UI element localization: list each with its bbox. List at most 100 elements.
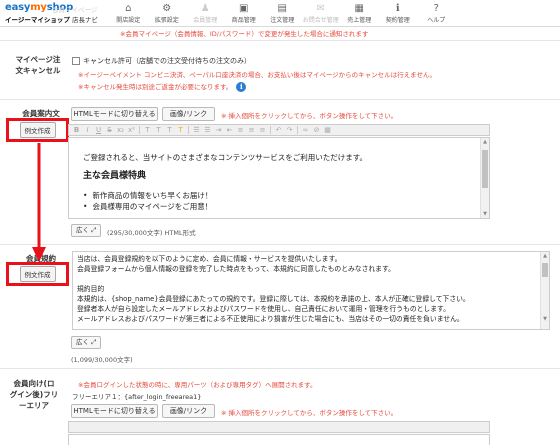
gear-icon: ⚙: [162, 3, 172, 14]
main-nav: ⌂ 開店設定 ⚙ 拡張設定 ♟ 会員管理 ▣ 商品管理 ▤ 注文管理 ✉ お問合せ管理 ▦ 売上管理 ℹ 契約…: [109, 2, 456, 24]
guide-editor-scrollbar[interactable]: ▲ ▼: [480, 138, 489, 218]
indent-icon[interactable]: ⇥: [213, 125, 224, 135]
bold-icon[interactable]: B: [71, 125, 82, 135]
gift-icon: ▣: [239, 3, 249, 14]
cancel-permission-checkbox-row[interactable]: キャンセル許可（店舗での注文受付待ちの注文のみ）: [72, 56, 251, 66]
link-icon[interactable]: ∞: [300, 125, 311, 135]
terms-line: 規約目的: [77, 285, 105, 293]
freearea-insert-hint: ※ 挿入個所をクリックしてから、ボタン操作をして下さい。: [221, 409, 398, 417]
divider: [0, 40, 560, 41]
cancel-payment-note: ※イージーペイメント コンビニ決済、ペーパル口座決済の場合、お支払い後はマイペー…: [78, 71, 436, 79]
scroll-thumb[interactable]: [482, 150, 488, 188]
guide-insert-hint: ※ 挿入個所をクリックしてから、ボタン操作をして下さい。: [221, 112, 398, 120]
nav-item-1[interactable]: ⚙ 拡張設定: [148, 2, 187, 24]
nav-item-4[interactable]: ▤ 注文管理: [263, 2, 302, 24]
divider: [0, 244, 560, 245]
nav-item-3[interactable]: ▣ 商品管理: [225, 2, 264, 24]
freearea-rich-text-editor[interactable]: [68, 434, 490, 445]
freearea-image-link-button[interactable]: 画像/リンク: [162, 404, 215, 418]
logo-subtitle: イージーマイショップ 店長ナビ: [5, 16, 98, 24]
cancel-permission-label: キャンセル許可（店舗での注文受付待ちの注文のみ）: [83, 57, 251, 65]
user-icon: ♟: [200, 3, 210, 14]
member-freearea-label: 会員向け(ロ グイン後)フリ ーエリア: [9, 379, 59, 410]
cancel-permission-checkbox[interactable]: [72, 57, 80, 65]
unlink-icon[interactable]: ⊘: [311, 125, 322, 135]
font-family-icon[interactable]: T: [164, 125, 175, 135]
subscript-icon[interactable]: x₂: [115, 125, 126, 135]
terms-line: [77, 274, 545, 284]
scroll-down-icon[interactable]: ▼: [481, 211, 489, 217]
nav-item-7[interactable]: ℹ 契約管理: [379, 2, 418, 24]
terms-text: 当店は、会員登録規約を以下のように定め、会員に情報・サービスを提供いたします。会…: [73, 252, 549, 326]
nav-item-0[interactable]: ⌂ 開店設定: [109, 2, 148, 24]
scroll-thumb[interactable]: [542, 263, 548, 277]
info-icon: ℹ: [395, 3, 400, 14]
guide-intro-text: ご登録されると、当サイトのさまざまなコンテンツサービスをご利用いただけます。: [83, 153, 367, 162]
guide-char-counter: (295/30,000文字) HTML形式: [107, 229, 196, 237]
undo-icon[interactable]: ↶: [273, 125, 284, 135]
home-icon: ⌂: [125, 3, 132, 14]
scroll-up-icon[interactable]: ▲: [481, 139, 489, 145]
superscript-icon[interactable]: x²: [126, 125, 137, 135]
info-icon[interactable]: i: [236, 82, 247, 92]
align-center-icon[interactable]: ≡: [246, 125, 257, 135]
freearea-html-mode-button[interactable]: HTMLモードに切り替える: [71, 404, 158, 418]
bulleted-list-icon[interactable]: ☰: [191, 125, 202, 135]
nav-item-label: ヘルプ: [427, 17, 446, 24]
document-icon: ▤: [277, 3, 287, 14]
nav-item-label: 会員管理: [193, 17, 218, 24]
numbered-list-icon[interactable]: ☰: [202, 125, 213, 135]
expand-icon: ⤢: [91, 226, 97, 234]
terms-example-button[interactable]: 例文作成: [19, 266, 56, 282]
nav-item-6[interactable]: ▦ 売上管理: [340, 2, 379, 24]
nav-item-2[interactable]: ♟ 会員管理: [186, 2, 225, 24]
align-left-icon[interactable]: ≡: [235, 125, 246, 135]
nav-item-label: お問合せ管理: [302, 17, 339, 24]
freearea-note: ※会員ログインした状態の時に、専用パーツ（および専用タグ）へ展開されます。: [78, 381, 317, 389]
expand-icon: ⤢: [91, 338, 97, 346]
background-color-icon[interactable]: T: [175, 125, 186, 135]
guide-expand-button[interactable]: 広く ⤢: [71, 224, 102, 237]
freearea-editor-toolbar: [68, 421, 490, 433]
terms-line: 当店は、会員登録規約を以下のように定め、会員に情報・サービスを提供いたします。: [77, 255, 342, 263]
guide-benefits-list: 新作商品の情報をいち早くお届け！ 会員様専用のマイページをご用意！: [83, 190, 479, 212]
guide-editor-toolbar: B I U S x₂ x² T T T T ☰ ☰ ⇥ ⇤ ≡ ≡ ≡ ↶ ↷ …: [68, 124, 490, 136]
freearea-name: フリーエリア１：{after_login_freearea1}: [72, 393, 202, 401]
scroll-up-icon[interactable]: ▲: [541, 253, 549, 259]
guide-html-mode-button[interactable]: HTMLモードに切り替える: [71, 107, 158, 121]
nav-item-label: 商品管理: [231, 17, 256, 24]
underline-icon[interactable]: U: [93, 125, 104, 135]
align-right-icon[interactable]: ≡: [257, 125, 268, 135]
font-size-icon[interactable]: T: [153, 125, 164, 135]
terms-line: 登録者本人が自ら設定したメールアドレスおよびパスワードを使用し、自己責任において…: [77, 305, 450, 313]
mail-icon: ✉: [316, 3, 325, 14]
redo-icon[interactable]: ↷: [284, 125, 295, 135]
strikethrough-icon[interactable]: S: [104, 125, 115, 135]
guide-benefits-heading: 主な会員様特典: [83, 171, 147, 181]
scroll-down-icon[interactable]: ▼: [541, 316, 549, 322]
guide-example-button[interactable]: 例文作成: [19, 122, 56, 138]
nav-item-8[interactable]: ? ヘルプ: [417, 2, 456, 24]
table-icon[interactable]: ▦: [322, 125, 333, 135]
guide-example-button-highlight: 例文作成: [6, 118, 69, 142]
nav-item-5[interactable]: ✉ お問合せ管理: [302, 2, 341, 24]
cancel-refund-note: ※キャンセル発生時は別途ご返金が必要になります。 i: [78, 81, 247, 92]
ghost-tooltip: 会員マイページ: [52, 6, 98, 14]
terms-line: メールアドレスおよびパスワードが第三者による不正使用により損害が生じた場合にも、…: [77, 315, 464, 323]
italic-icon[interactable]: I: [82, 125, 93, 135]
terms-textarea[interactable]: 当店は、会員登録規約を以下のように定め、会員に情報・サービスを提供いたします。会…: [72, 251, 550, 330]
divider: [0, 99, 560, 100]
question-icon: ?: [433, 3, 439, 14]
list-item: 会員様専用のマイページをご用意！: [83, 201, 479, 212]
terms-expand-button[interactable]: 広く ⤢: [71, 336, 102, 349]
guide-image-link-button[interactable]: 画像/リンク: [162, 107, 215, 121]
divider: [0, 368, 560, 369]
terms-line: 会員登録フォームから個人情報の登録を完了した時点をもって、本規約に同意したものと…: [77, 265, 395, 273]
guide-rich-text-editor[interactable]: ご登録されると、当サイトのさまざまなコンテンツサービスをご利用いただけます。 主…: [68, 137, 490, 219]
nav-item-label: 売上管理: [347, 17, 372, 24]
outdent-icon[interactable]: ⇤: [224, 125, 235, 135]
text-color-icon[interactable]: T: [142, 125, 153, 135]
nav-item-label: 契約管理: [385, 17, 410, 24]
terms-scrollbar[interactable]: ▲ ▼: [540, 252, 549, 329]
terms-example-button-highlight: 例文作成: [6, 262, 69, 286]
